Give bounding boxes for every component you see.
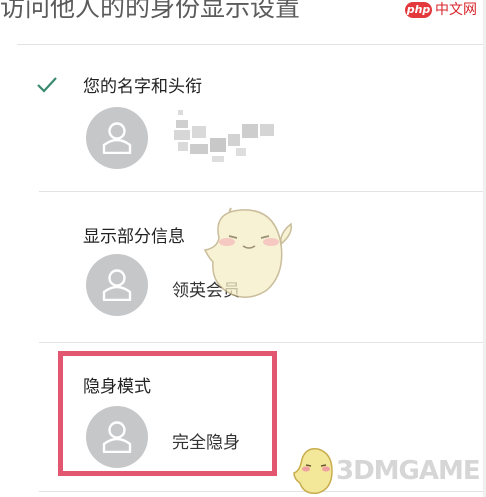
title-divider [17,44,486,45]
mascot-logo [293,447,333,495]
option-label: 显示部分信息 [83,227,185,247]
option-label: 您的名字和头衔 [83,77,202,97]
php-watermark: php 中文网 [405,2,481,18]
highlight-frame [58,351,277,476]
page-title: 访问他人的的身份显示设置 [0,0,301,22]
option-divider [39,342,486,343]
check-icon [37,77,57,93]
option-value: 完全隐身 [172,433,240,453]
option-divider [39,491,486,492]
php-badge: php [405,2,432,18]
option-divider [39,191,486,192]
person-icon [102,122,132,154]
avatar [86,406,148,468]
visibility-settings-page: 访问他人的的身份显示设置 php 中文网 您的名字和头衔 显示部分信息 领英会员… [0,0,486,497]
option-label: 隐身模式 [83,377,151,397]
avatar [86,107,148,169]
3dmgame-watermark: 3DMGAME [336,456,481,486]
mascot-watermark [203,207,293,298]
avatar [86,254,148,316]
blurred-name [172,106,282,168]
person-icon [102,421,132,453]
php-cn-text: 中文网 [435,2,477,18]
person-icon [102,269,132,301]
